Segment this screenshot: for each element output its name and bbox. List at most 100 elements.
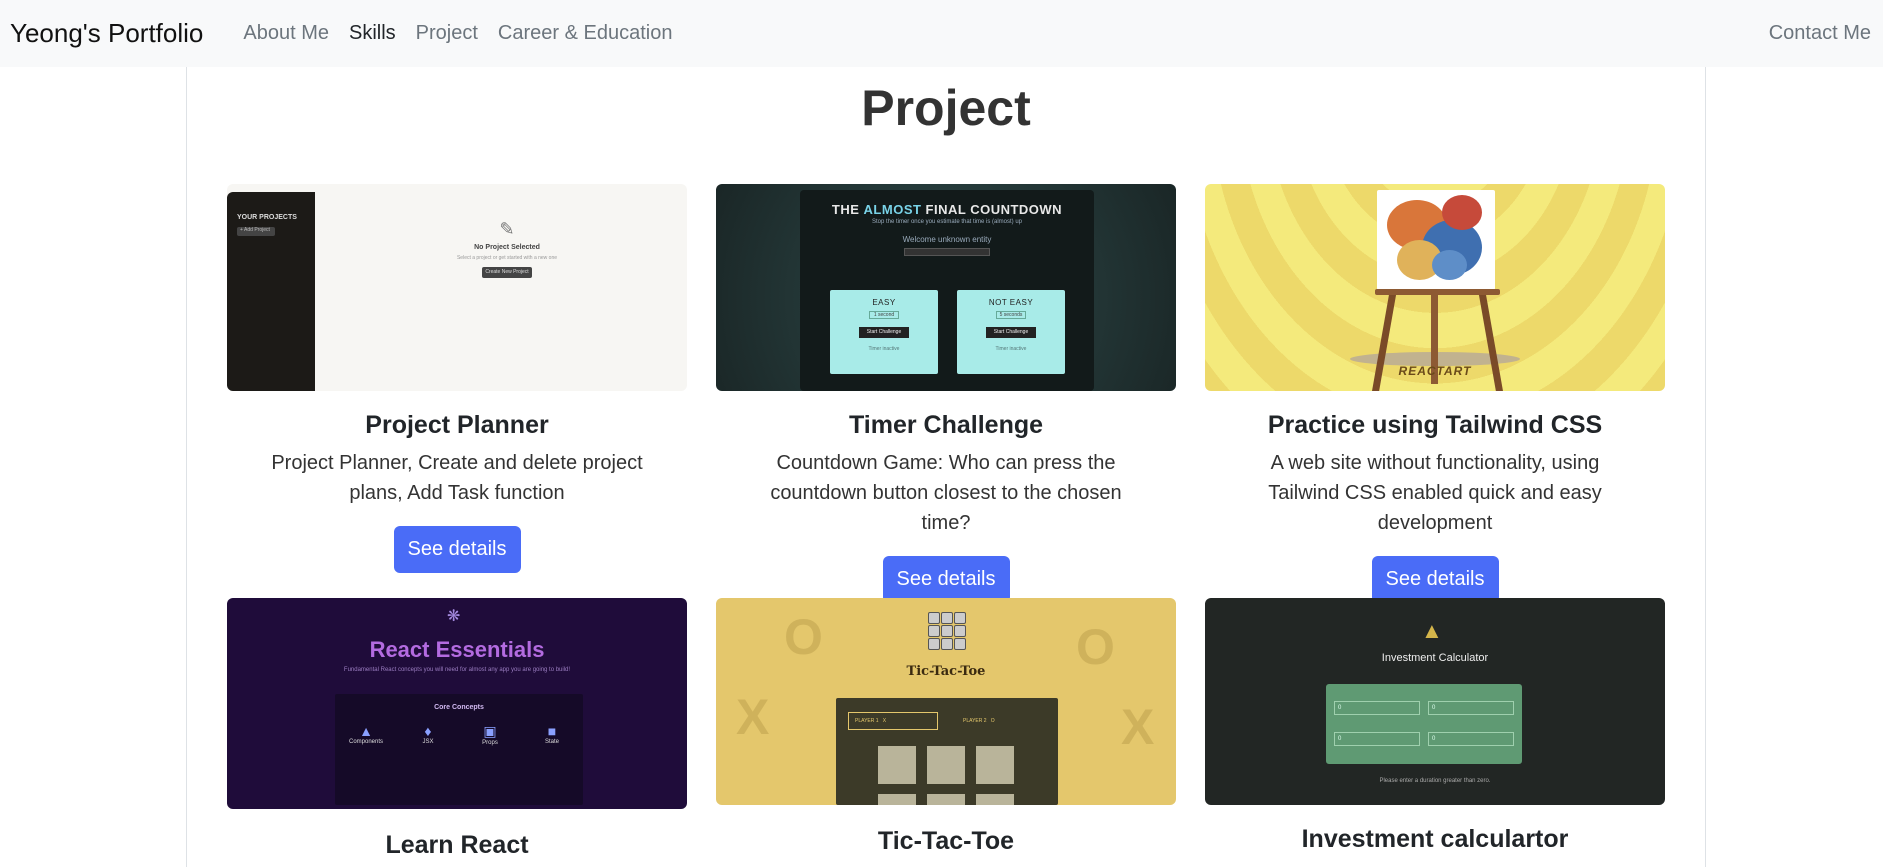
- see-details-button[interactable]: See details: [393, 526, 521, 573]
- thumb-field: 0: [1428, 701, 1514, 715]
- project-title: Timer Challenge: [848, 411, 1044, 439]
- thumb-heading: React Essentials: [369, 637, 545, 662]
- thumb-core-concepts: Core Concepts ▲ Components ♦ JSX ▣ Props ■ S…: [335, 694, 583, 805]
- project-description: Countdown Game: Who can press the countd…: [770, 452, 1122, 534]
- challenge-status: Timer inactive: [995, 346, 1027, 352]
- thumb-title-suffix: FINAL COUNTDOWN: [921, 202, 1063, 217]
- project-section: Project YOUR PROJECTS + Add Project ✎ No…: [186, 67, 1706, 867]
- nav-contact-me[interactable]: Contact Me: [1769, 0, 1871, 67]
- project-title: Project Planner: [365, 411, 549, 439]
- concept-label: State: [544, 739, 559, 745]
- project-thumbnail: YOUR PROJECTS + Add Project ✎ No Project…: [227, 184, 687, 391]
- challenge-time: 5 seconds: [996, 311, 1026, 319]
- decor-x: X: [736, 689, 770, 745]
- easel-ledge: [1375, 289, 1500, 295]
- project-card-react: ❋ React Essentials Fundamental React con…: [227, 598, 687, 860]
- thumb-input: [904, 248, 990, 256]
- concept-item: ▣ Props: [465, 723, 515, 746]
- project-title: Tic-Tac-Toe: [877, 827, 1015, 855]
- decor-x: X: [1121, 699, 1155, 755]
- thumb-title: THE ALMOST FINAL COUNTDOWN: [800, 202, 1094, 217]
- thumb-add-button: + Add Project: [237, 227, 275, 236]
- money-bag-icon: ▲: [1421, 618, 1443, 643]
- nav-skills[interactable]: Skills: [339, 22, 406, 45]
- board-cell: [976, 794, 1014, 805]
- nav-links: About Me Skills Project Career & Educati…: [233, 22, 682, 45]
- thumb-title-accent: ALMOST: [863, 202, 922, 217]
- project-card-planner: YOUR PROJECTS + Add Project ✎ No Project…: [227, 184, 687, 573]
- project-thumbnail: ❋ React Essentials Fundamental React con…: [227, 598, 687, 809]
- paint-blob: [1432, 250, 1467, 280]
- thumb-heading: Investment Calculator: [1381, 652, 1489, 664]
- thumb-panel: THE ALMOST FINAL COUNTDOWN Stop the time…: [800, 190, 1094, 391]
- player-one-name: PLAYER 1: [855, 718, 879, 724]
- thumb-empty-state: ✎ No Project Selected Select a project o…: [427, 219, 587, 278]
- concept-item: ▲ Components: [341, 723, 391, 746]
- thumb-challenge-easy: EASY 1 second Start Challenge Timer inac…: [830, 290, 938, 374]
- project-card-investment: ▲ Investment Calculator 0 0 0 0 Please e…: [1205, 598, 1665, 854]
- thumb-form: 0 0 0 0: [1326, 684, 1522, 764]
- navbar: Yeong's Portfolio About Me Skills Projec…: [0, 0, 1883, 67]
- board-cell: [878, 746, 916, 784]
- concept-item: ♦ JSX: [403, 723, 453, 746]
- thumb-field: 0: [1428, 732, 1514, 746]
- see-details-button[interactable]: See details: [882, 556, 1010, 603]
- player-two-name: PLAYER 2: [963, 718, 987, 724]
- thumb-logo-text: REACTART: [1398, 364, 1472, 378]
- see-details-button[interactable]: See details: [1371, 556, 1499, 603]
- board-cell: [976, 746, 1014, 784]
- project-card-tailwind: REACTART Practice using Tailwind CSS A w…: [1205, 184, 1665, 603]
- board-cell: [927, 794, 965, 805]
- challenge-button: Start Challenge: [859, 327, 909, 338]
- painting-canvas: [1377, 190, 1495, 290]
- thumb-title-prefix: THE: [831, 202, 864, 217]
- project-title: Learn React: [385, 831, 529, 859]
- nav-project[interactable]: Project: [406, 22, 488, 45]
- concept-label: JSX: [422, 739, 434, 745]
- thumb-subtitle: Stop the timer once you estimate that ti…: [871, 219, 1023, 225]
- react-atom-icon: ❋: [447, 608, 461, 625]
- thumb-welcome: Welcome unknown entity: [902, 235, 992, 244]
- challenge-button: Start Challenge: [986, 327, 1036, 338]
- thumb-heading: No Project Selected: [474, 244, 540, 251]
- board-cell: [878, 794, 916, 805]
- thumb-subtext: Fundamental React concepts you will need…: [343, 667, 571, 673]
- props-icon: ▣: [483, 723, 497, 739]
- project-title: Investment calculartor: [1301, 825, 1569, 853]
- challenge-label: EASY: [872, 298, 896, 307]
- thumb-subtext: Select a project or get started with a n…: [456, 255, 558, 261]
- challenge-time: 1 second: [869, 311, 899, 319]
- project-description: A web site without functionality, using …: [1268, 452, 1602, 534]
- project-card-tictactoe: O X O X Tic-Tac-Toe PLAYER 1 X PLAYER 2 …: [716, 598, 1176, 856]
- decor-o: O: [784, 609, 823, 665]
- player-two-box: PLAYER 2 O: [956, 712, 1046, 730]
- state-icon: ■: [547, 723, 557, 739]
- thumb-field: 0: [1334, 701, 1420, 715]
- concept-list: ▲ Components ♦ JSX ▣ Props ■ State: [335, 723, 583, 746]
- concept-label: Components: [348, 739, 384, 745]
- thumb-sidebar-title: YOUR PROJECTS: [237, 214, 297, 221]
- thumb-sidebar: YOUR PROJECTS + Add Project: [227, 192, 315, 391]
- components-icon: ▲: [359, 723, 373, 739]
- thumb-game-board: PLAYER 1 X PLAYER 2 O: [836, 698, 1058, 805]
- thumb-panel-title: Core Concepts: [434, 704, 484, 711]
- nav-career-education[interactable]: Career & Education: [488, 22, 683, 45]
- brand-link[interactable]: Yeong's Portfolio: [10, 18, 203, 49]
- thumb-cta: Create New Project: [482, 267, 532, 278]
- player-two-symbol: O: [990, 718, 995, 724]
- project-card-timer: THE ALMOST FINAL COUNTDOWN Stop the time…: [716, 184, 1176, 603]
- nav-about-me[interactable]: About Me: [233, 22, 339, 45]
- project-title: Practice using Tailwind CSS: [1267, 411, 1603, 439]
- thumb-heading: Tic-Tac-Toe: [906, 664, 986, 679]
- concept-item: ■ State: [527, 723, 577, 746]
- project-thumbnail: O X O X Tic-Tac-Toe PLAYER 1 X PLAYER 2 …: [716, 598, 1176, 805]
- challenge-status: Timer inactive: [868, 346, 900, 352]
- thumb-challenge-not-easy: NOT EASY 5 seconds Start Challenge Timer…: [957, 290, 1065, 374]
- board-cell: [927, 746, 965, 784]
- project-thumbnail: ▲ Investment Calculator 0 0 0 0 Please e…: [1205, 598, 1665, 805]
- concept-label: Props: [482, 740, 498, 746]
- tictactoe-logo-icon: [928, 612, 966, 650]
- thumb-field: 0: [1334, 732, 1420, 746]
- thumb-message: Please enter a duration greater than zer…: [1379, 778, 1491, 784]
- notebook-icon: ✎: [499, 219, 515, 239]
